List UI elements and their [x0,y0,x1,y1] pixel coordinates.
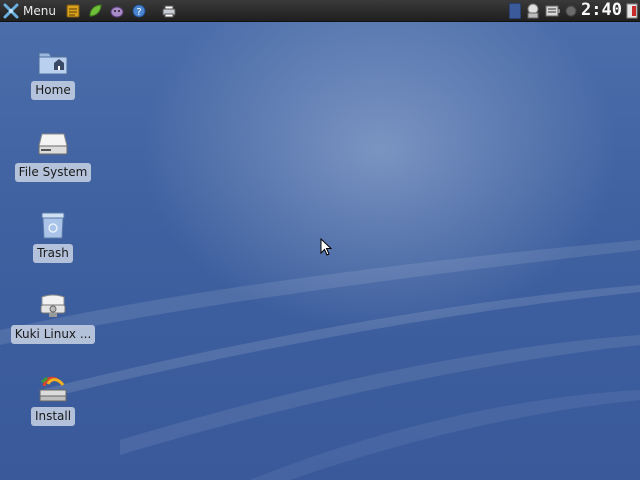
help-launcher[interactable]: ? [131,3,147,19]
mouse-cursor-icon [320,238,332,256]
top-panel: Menu ? 2:40 [0,0,640,22]
optical-drive-icon [37,290,69,322]
desktop-icon-install[interactable]: Install [13,372,93,426]
volume-control[interactable] [565,3,577,19]
help-icon: ? [132,4,146,18]
desktop-icon-label: Kuki Linux ... [10,325,96,344]
desktop-icon-label: Home [31,81,75,100]
home-folder-icon [37,46,69,78]
workspace-switcher[interactable] [509,2,522,19]
xfce-logo-icon [3,3,19,18]
browser-launcher[interactable] [87,3,103,19]
workspace-switcher-icon [509,2,522,19]
desktop-icon-label: Install [30,407,76,426]
desktop-icon-trash[interactable]: Trash [13,209,93,263]
chat-launcher[interactable] [109,3,125,19]
system-tray: 2:40 [507,0,640,21]
desktop-icon-label: File System [14,163,92,182]
logout-icon [626,3,638,18]
desktop-icon-file-system[interactable]: File System [13,128,93,182]
network-icon [527,3,539,18]
network-indicator[interactable] [525,3,541,19]
launcher-bar: ? [62,0,180,21]
battery-indicator[interactable] [545,3,561,19]
installer-icon [37,372,69,404]
drive-icon [37,128,69,160]
logout-button[interactable] [626,3,638,19]
battery-icon [545,5,561,16]
svg-text:?: ? [136,7,141,18]
file-manager-launcher[interactable] [65,3,81,19]
print-launcher[interactable] [161,3,177,19]
desktop-icon-home[interactable]: Home [13,46,93,100]
trash-icon [37,209,69,241]
menu-label: Menu [23,3,56,18]
printer-icon [162,5,176,17]
desktop-icon-kuki-linux[interactable]: Kuki Linux ... [10,290,96,344]
leaf-icon [89,3,102,17]
pidgin-icon [110,6,124,17]
panel-clock[interactable]: 2:40 [581,2,622,19]
desktop-icon-label: Trash [33,244,73,263]
volume-icon [565,5,577,16]
applications-menu-button[interactable]: Menu [0,0,62,21]
notepad-icon [66,4,80,17]
